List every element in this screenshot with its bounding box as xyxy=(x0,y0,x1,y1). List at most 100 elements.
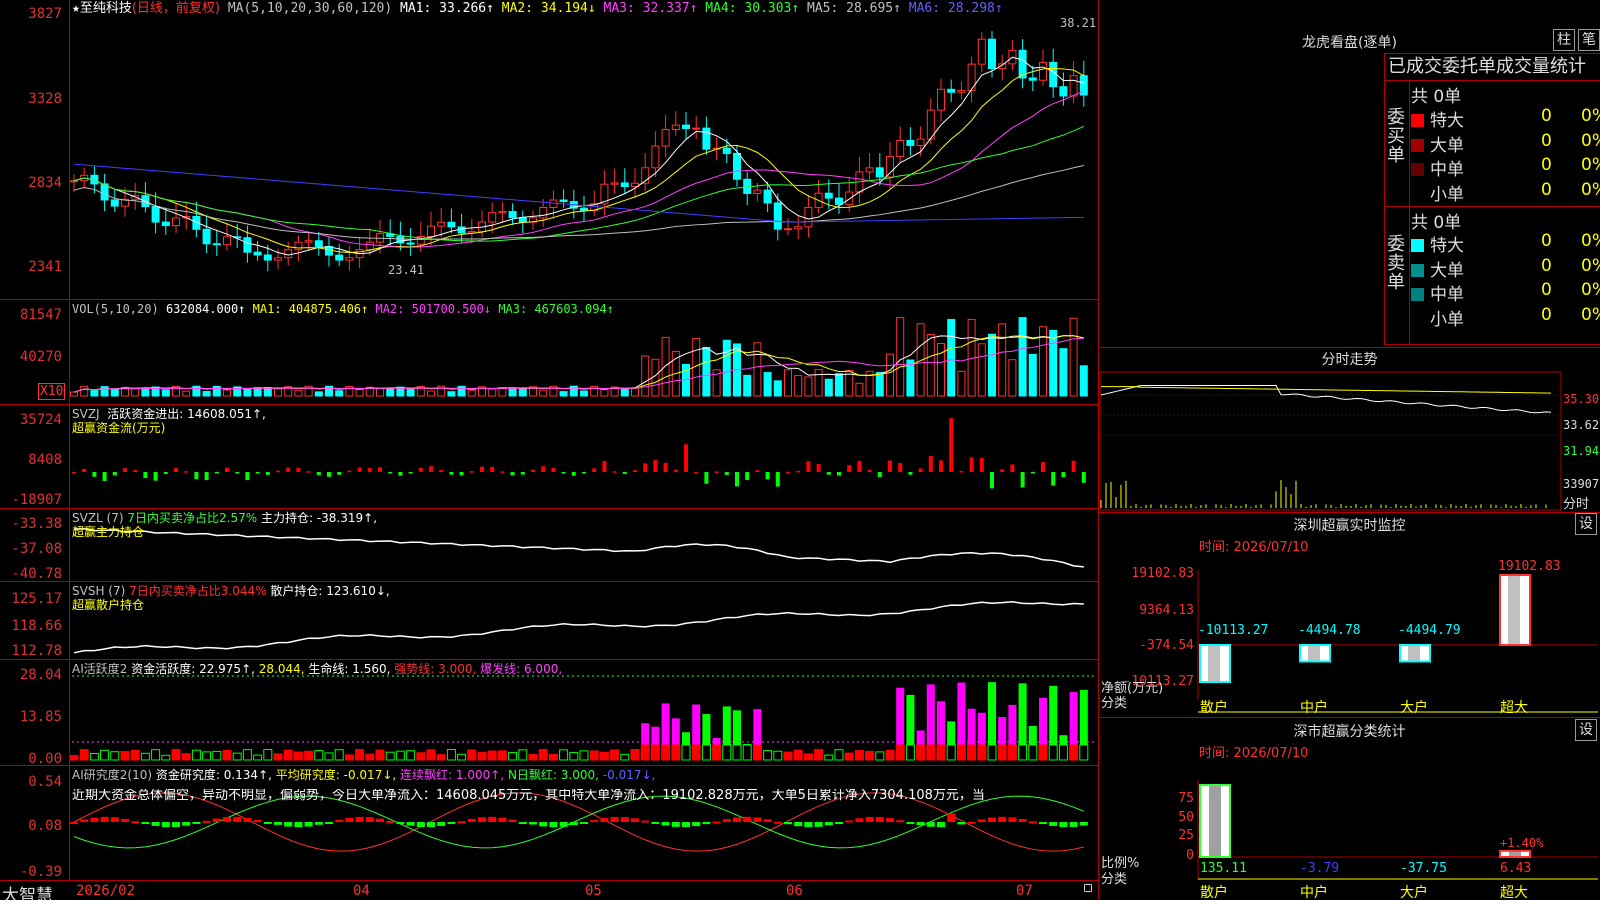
class-tick: 25 xyxy=(1178,828,1194,843)
svzj-bar xyxy=(694,471,699,474)
order-row: 小单 0 0% xyxy=(1411,179,1600,205)
candle-body xyxy=(1059,86,1068,97)
class-settings-button[interactable]: 设 xyxy=(1575,719,1597,741)
stock-name[interactable]: 至纯科技 xyxy=(80,1,132,16)
volume-bar xyxy=(896,317,905,397)
class-title: 深市超赢分类统计 xyxy=(1293,724,1406,740)
volume-bar xyxy=(824,378,833,397)
activity-base-bar xyxy=(151,749,161,761)
volume-bar xyxy=(243,388,252,397)
activity-base-bar xyxy=(579,750,589,761)
activity-base-bar xyxy=(814,749,824,761)
svzj-bar xyxy=(571,472,576,476)
volume-bar xyxy=(631,387,639,397)
volume-bar xyxy=(80,385,89,397)
research-bar xyxy=(865,817,874,822)
volume-bar xyxy=(90,390,99,397)
research-bar xyxy=(916,822,925,826)
svzj-bar xyxy=(388,472,393,474)
activity-base-bar xyxy=(610,749,620,761)
activity-base-bar xyxy=(701,744,711,761)
research-bar xyxy=(549,822,558,828)
activity-base-bar xyxy=(967,744,977,761)
volume-bar xyxy=(661,336,670,397)
vol-ma2: MA2: 501700.500↓ xyxy=(375,302,492,316)
price-tick: 2341 xyxy=(28,259,62,275)
activity-base-bar xyxy=(375,749,385,761)
research-bar xyxy=(100,816,109,822)
price-tick: 2834 xyxy=(28,175,62,191)
research-bar xyxy=(376,818,384,822)
volume-bar xyxy=(539,389,548,397)
research-bar xyxy=(202,820,211,823)
svzj-bar xyxy=(837,472,841,476)
activity-base-bar xyxy=(1048,744,1058,761)
svzj-bar xyxy=(408,472,413,474)
volume-bar xyxy=(620,387,629,397)
candle-body xyxy=(773,202,782,230)
research-bar xyxy=(1008,817,1017,822)
order-pct: 0% xyxy=(1581,280,1600,300)
activity-base-bar xyxy=(273,753,283,761)
activity-base-bar xyxy=(69,755,79,761)
svzj-bar xyxy=(622,472,627,474)
research-bar xyxy=(243,817,252,822)
activity-base-bar xyxy=(620,753,630,761)
research-bar xyxy=(212,818,221,822)
column-view-button[interactable]: 柱 xyxy=(1553,29,1575,51)
svzj-bar xyxy=(796,470,801,473)
ma-definition: MA(5,10,20,30,60,120) xyxy=(227,1,393,16)
activity-base-bar xyxy=(365,753,375,761)
monitor-tick: -374.54 xyxy=(1139,638,1194,653)
activity-base-bar xyxy=(640,744,650,761)
svzj-bar xyxy=(480,466,484,472)
ma1-value: MA1: 33.266↑ xyxy=(400,1,494,16)
candle-body xyxy=(498,211,507,214)
svzj-bar xyxy=(592,468,597,472)
pane-divider xyxy=(0,659,1098,660)
research-bar xyxy=(488,816,497,822)
star-icon[interactable]: ★ xyxy=(72,1,80,16)
svzj-bar xyxy=(541,466,546,472)
monitor-unit: 净额(万元) 分类 xyxy=(1101,681,1163,711)
monitor-title: 深圳超赢实时监控 xyxy=(1293,518,1406,534)
candle-body xyxy=(263,254,272,261)
order-color-swatch xyxy=(1411,163,1424,176)
research-bar xyxy=(722,819,731,822)
svzj-bar xyxy=(1041,462,1045,472)
svzj-bar xyxy=(908,472,913,475)
svzl-header: SVZL (7) 7日内买卖净占比2.57% 主力持仓: -38.319↑, 超… xyxy=(72,511,377,539)
candle-body xyxy=(304,240,313,243)
order-color-swatch xyxy=(1411,114,1424,127)
candle-body xyxy=(1049,61,1058,88)
research-bar xyxy=(600,818,609,822)
candle-body xyxy=(957,89,966,93)
svzj-bar xyxy=(979,458,984,472)
tick-view-button[interactable]: 笔 xyxy=(1578,29,1600,51)
volume-bar xyxy=(957,370,966,397)
svzj-bar xyxy=(194,472,199,480)
lock-icon[interactable] xyxy=(1084,884,1092,892)
svsh-ratio: 7日内买卖净占比3.044% xyxy=(129,584,267,598)
candle-body xyxy=(335,254,344,261)
candle-body xyxy=(518,217,527,223)
volume-bar xyxy=(467,389,476,397)
activity-base-bar xyxy=(202,751,212,761)
candle-body xyxy=(804,206,813,228)
date-label: 04 xyxy=(353,883,370,899)
ai3-nday-red: N日飘红: 3.000, xyxy=(507,768,599,782)
candle-body xyxy=(937,88,945,111)
svzj-bar xyxy=(551,467,556,472)
research-bar xyxy=(131,821,140,824)
vol-ma1: MA1: 404875.406↑ xyxy=(252,302,369,316)
volume-bar xyxy=(773,380,782,397)
svzj-bar xyxy=(1061,472,1066,478)
order-pct: 0% xyxy=(1581,179,1600,200)
monitor-settings-button[interactable]: 设 xyxy=(1575,513,1597,535)
class-bar-value: 135.11 xyxy=(1200,861,1247,876)
activity-base-bar xyxy=(732,744,742,761)
svzj-bar xyxy=(888,460,892,472)
activity-base-bar xyxy=(110,751,120,761)
monitor-bar-value: -10113.27 xyxy=(1198,623,1269,638)
dragon-divider xyxy=(1409,81,1410,345)
